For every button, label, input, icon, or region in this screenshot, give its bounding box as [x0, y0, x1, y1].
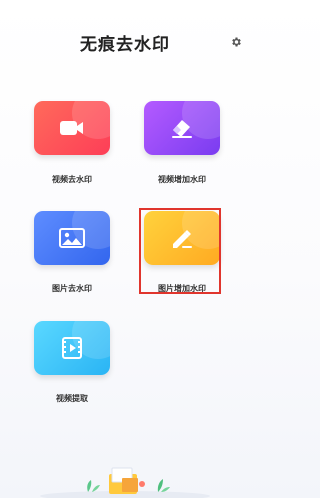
film-icon: [62, 337, 82, 359]
image-remove-watermark-label: 图片去水印: [52, 284, 92, 293]
video-extract-button[interactable]: [34, 321, 110, 375]
video-camera-icon: [60, 121, 83, 135]
bottom-illustration: [40, 467, 210, 498]
gear-icon[interactable]: [230, 36, 242, 48]
video-add-watermark-label: 视频增加水印: [158, 175, 206, 184]
video-remove-watermark-label: 视频去水印: [52, 175, 92, 184]
selection-highlight: [139, 208, 221, 294]
page-title: 无痕去水印: [80, 35, 170, 55]
video-extract-label: 视频提取: [56, 394, 88, 403]
video-remove-watermark-button[interactable]: [34, 101, 110, 155]
pencil-icon: [173, 230, 192, 248]
image-remove-watermark-button[interactable]: [34, 211, 110, 265]
image-icon: [59, 228, 85, 248]
video-add-watermark-button[interactable]: [144, 101, 220, 155]
eraser-icon: [172, 120, 192, 138]
